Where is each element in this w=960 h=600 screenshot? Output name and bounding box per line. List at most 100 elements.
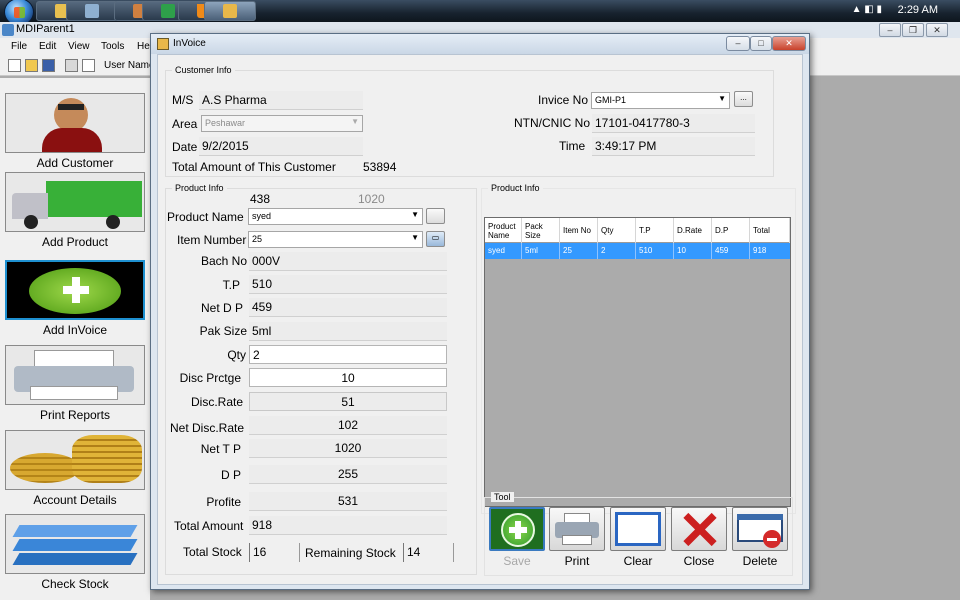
print-preview-icon[interactable] (82, 59, 95, 72)
pak-size-field[interactable]: 5ml (249, 322, 447, 341)
sidebar-item-print-reports[interactable]: Print Reports (5, 345, 145, 422)
sidebar-item-label: Add InVoice (42, 323, 108, 337)
table-cell: 5ml (522, 243, 560, 259)
qty-input[interactable]: 2 (249, 345, 447, 364)
invoice-close-button[interactable]: ✕ (772, 36, 806, 51)
sidebar-item-add-customer[interactable]: Add Customer (5, 93, 145, 170)
disc-prctge-input[interactable]: 10 (249, 368, 447, 387)
close-button[interactable]: ✕ (926, 23, 948, 37)
product-grid[interactable]: Product Name Pack Size Item No Qty T.P D… (484, 217, 791, 507)
sidebar-item-account-details[interactable]: Account Details (5, 430, 145, 507)
menu-file[interactable]: File (11, 41, 27, 52)
minimize-button[interactable]: – (879, 23, 901, 37)
bach-no-field[interactable]: 000V (249, 252, 447, 271)
chevron-down-icon: ▼ (411, 210, 419, 219)
invoice-titlebar[interactable]: InVoice – □ ✕ (151, 34, 809, 54)
print-button-label: Print (564, 554, 590, 568)
plus-icon (489, 507, 545, 551)
total-stock-field[interactable]: 16 (249, 543, 300, 562)
total-amount-label: Total Amount (174, 519, 244, 533)
disc-rate-field[interactable]: 51 (249, 392, 447, 411)
net-dp-field[interactable]: 459 (249, 298, 447, 317)
date-label: Date (172, 140, 198, 154)
column-header[interactable]: Qty (598, 218, 636, 243)
menu-tools[interactable]: Tools (101, 41, 124, 52)
invoice-maximize-button[interactable]: □ (750, 36, 772, 51)
profite-label: Profite (206, 495, 241, 509)
tools-icon (85, 4, 99, 18)
table-row[interactable]: syed 5ml 25 2 510 10 459 918 (485, 243, 790, 259)
printer-icon (5, 345, 145, 405)
delete-card-icon (732, 507, 788, 551)
save-button-label: Save (503, 554, 531, 568)
column-header[interactable]: Item No (560, 218, 598, 243)
time-label: Time (559, 139, 586, 153)
print-icon[interactable] (65, 59, 78, 72)
ntn-field[interactable]: 17101-0417780-3 (592, 114, 755, 133)
tp-field[interactable]: 510 (249, 275, 447, 294)
time-field[interactable]: 3:49:17 PM (592, 137, 755, 156)
red-x-icon (671, 507, 727, 551)
open-folder-icon[interactable] (25, 59, 38, 72)
column-header[interactable]: Total (750, 218, 790, 243)
total-amount-field[interactable]: 918 (249, 516, 447, 535)
customer-total-label: Total Amount of This Customer (172, 160, 336, 174)
invoice-client-area: Customer Info M/S A.S Pharma Area Peshaw… (157, 54, 803, 585)
taskbar-app2-button[interactable] (66, 1, 118, 21)
bach-no-label: Bach No (200, 254, 247, 268)
item-number-value: 25 (252, 234, 263, 244)
invoice-title: InVoice (173, 38, 206, 49)
invoice-browse-button[interactable]: ... (734, 91, 753, 107)
menu-edit[interactable]: Edit (39, 41, 56, 52)
product-name-label: Product Name (167, 210, 244, 224)
print-button[interactable]: Print (549, 507, 605, 568)
net-tp-field[interactable]: 1020 (249, 439, 447, 458)
pak-size-label: Pak Size (199, 324, 247, 338)
product-name-browse-button[interactable] (426, 208, 445, 224)
column-header[interactable]: T.P (636, 218, 674, 243)
close-form-button[interactable]: Close (671, 507, 727, 568)
sidebar-item-add-product[interactable]: Add Product (5, 172, 145, 249)
sidebar-item-add-invoice[interactable]: Add InVoice (5, 260, 145, 337)
column-header[interactable]: D.Rate (674, 218, 712, 243)
save-button[interactable]: Save (489, 507, 545, 568)
table-cell: 10 (674, 243, 712, 259)
invoice-no-value: GMI-P1 (595, 95, 627, 105)
save-icon[interactable] (42, 59, 55, 72)
delete-button[interactable]: Delete (732, 507, 788, 568)
sidebar-item-check-stock[interactable]: Check Stock (5, 514, 145, 591)
date-field[interactable]: 9/2/2015 (199, 137, 363, 156)
stack-icon (5, 514, 145, 574)
sidebar-item-label: Account Details (33, 493, 117, 507)
table-cell: 25 (560, 243, 598, 259)
invoice-no-combobox[interactable]: GMI-P1 ▼ (591, 92, 730, 109)
clear-button[interactable]: Clear (610, 507, 666, 568)
menu-view[interactable]: View (68, 41, 90, 52)
column-header[interactable]: D.P (712, 218, 750, 243)
grid-header: Product Name Pack Size Item No Qty T.P D… (485, 218, 790, 243)
item-number-combobox[interactable]: 25 ▼ (248, 231, 423, 248)
invoice-minimize-button[interactable]: – (726, 36, 750, 51)
taskbar-clock: 2:29 AM (897, 4, 938, 16)
column-header[interactable]: Product Name (485, 218, 522, 243)
remaining-stock-field[interactable]: 14 (403, 543, 454, 562)
plus-icon (5, 260, 145, 320)
ms-field[interactable]: A.S Pharma (199, 91, 363, 110)
dp-field[interactable]: 255 (249, 465, 447, 484)
ms-label: M/S (172, 93, 194, 107)
profite-field[interactable]: 531 (249, 492, 447, 511)
chevron-down-icon: ▼ (718, 94, 726, 103)
area-combobox[interactable]: Peshawar ▼ (201, 115, 363, 132)
column-header[interactable]: Pack Size (522, 218, 560, 243)
delete-button-label: Delete (742, 554, 778, 568)
taskbar-invoice-button[interactable] (204, 1, 256, 21)
net-disc-rate-field[interactable]: 102 (249, 416, 447, 435)
restore-button[interactable]: ❐ (902, 23, 924, 37)
new-icon[interactable] (8, 59, 21, 72)
blank-window-icon (610, 507, 666, 551)
tray-icons: ▲ ◧ ▮ (851, 4, 882, 15)
menu-help[interactable]: He (137, 41, 150, 52)
product-name-combobox[interactable]: syed ▼ (248, 208, 423, 225)
keyboard-icon[interactable]: ▭ (426, 231, 445, 247)
windows-taskbar: ▲ ◧ ▮ 2:29 AM (0, 0, 960, 26)
